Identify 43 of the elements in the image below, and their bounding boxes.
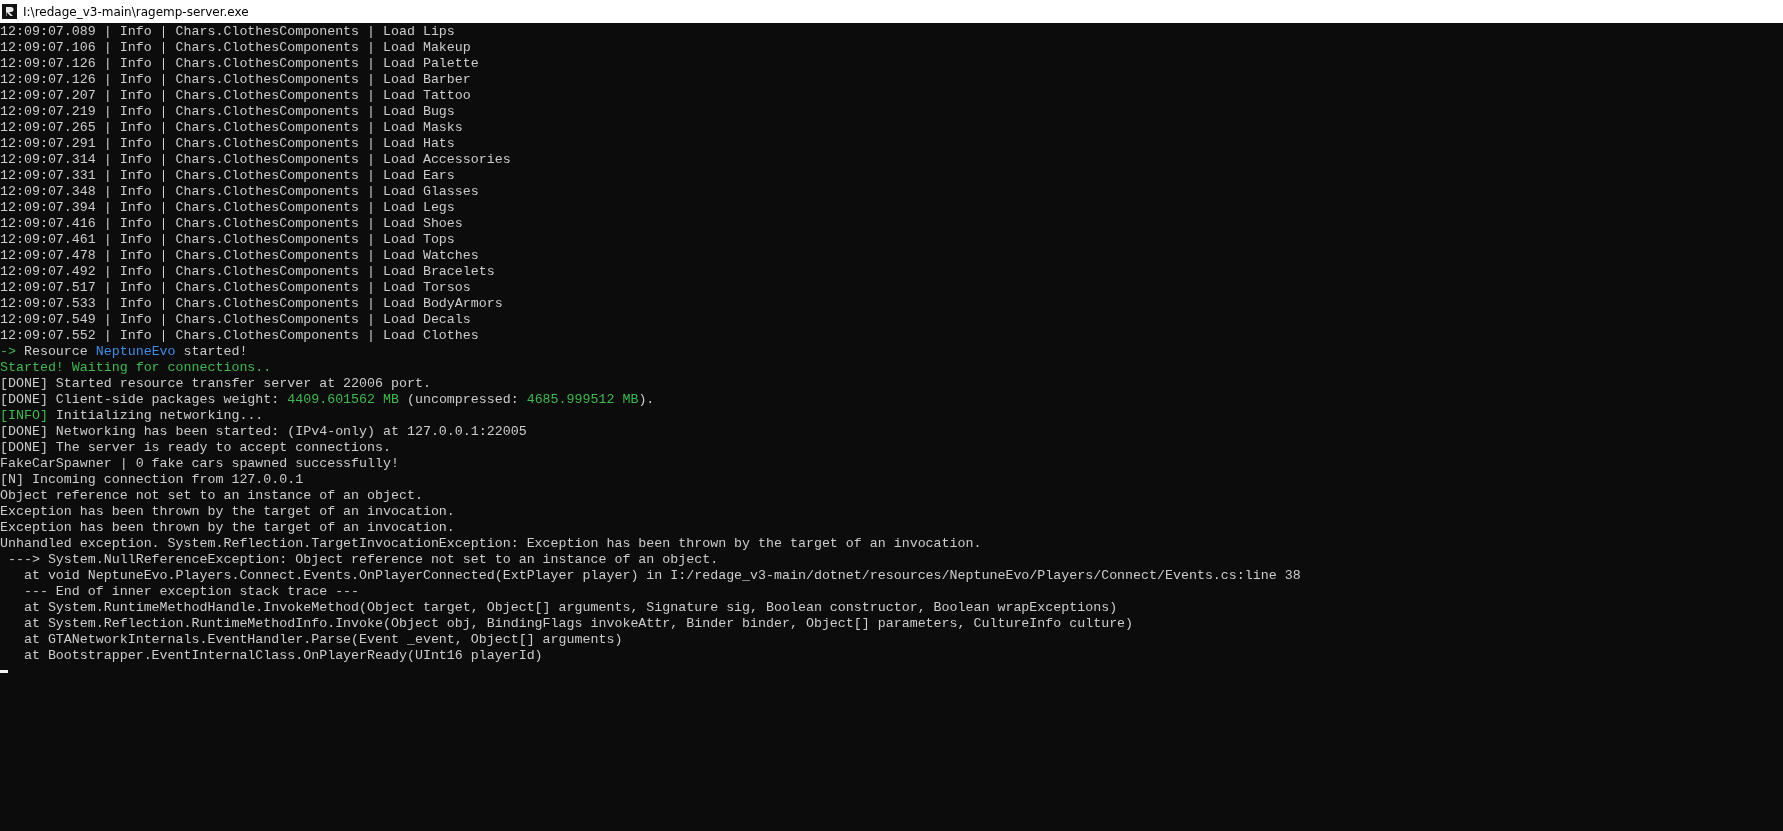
text-cursor xyxy=(0,670,8,673)
console-line: [INFO] Initializing networking... xyxy=(0,408,264,424)
console-line: Exception has been thrown by the target of an invocation. xyxy=(0,504,455,520)
console-line: FakeCarSpawner | 0 fake cars spawned successfully! xyxy=(0,456,399,472)
console-line: 12:09:07.416 | Info | Chars.ClothesComponents | Load Shoes xyxy=(0,216,463,232)
console-line: 12:09:07.291 | Info | Chars.ClothesComponents | Load Hats xyxy=(0,136,455,152)
console-line: 12:09:07.265 | Info | Chars.ClothesComponents | Load Masks xyxy=(0,120,463,136)
console-line: 12:09:07.552 | Info | Chars.ClothesComponents | Load Clothes xyxy=(0,328,479,344)
console-line: [DONE] Networking has been started: (IPv4-only) at 127.0.0.1:22005 xyxy=(0,424,527,440)
console-line: Object reference not set to an instance of an object. xyxy=(0,488,423,504)
console-line: 12:09:07.478 | Info | Chars.ClothesComponents | Load Watches xyxy=(0,248,479,264)
console-line: 12:09:07.348 | Info | Chars.ClothesComponents | Load Glasses xyxy=(0,184,479,200)
window-title: I:\redage_v3-main\ragemp-server.exe xyxy=(23,4,249,19)
console-line: at Bootstrapper.EventInternalClass.OnPlayerReady(UInt16 playerId) xyxy=(22,648,543,664)
console-line: at GTANetworkInternals.EventHandler.Parse(Event _event, Object[] arguments) xyxy=(22,632,623,648)
console-line: 12:09:07.549 | Info | Chars.ClothesComponents | Load Decals xyxy=(0,312,471,328)
console-line: Started! Waiting for connections.. xyxy=(0,360,272,376)
app-icon xyxy=(2,4,17,19)
console-line: 12:09:07.207 | Info | Chars.ClothesComponents | Load Tattoo xyxy=(0,88,471,104)
console-line: 12:09:07.314 | Info | Chars.ClothesComponents | Load Accessories xyxy=(0,152,511,168)
console-line: at System.Reflection.RuntimeMethodInfo.Invoke(Object obj, BindingFlags invokeAttr, Binder binder, Object[] parameters, CultureInfo culture) xyxy=(22,616,1134,632)
console-line: ---> System.NullReferenceException: Object reference not set to an instance of an object. xyxy=(6,552,719,568)
console-line: 12:09:07.394 | Info | Chars.ClothesComponents | Load Legs xyxy=(0,200,455,216)
console-line: Unhandled exception. System.Reflection.TargetInvocationException: Exception has been thrown by the target of an invocation. xyxy=(0,536,982,552)
console-line: at void NeptuneEvo.Players.Connect.Events.OnPlayerConnected(ExtPlayer player) in I:/redage_v3-main/dotnet/resources/NeptuneEvo/Players/Connect/Events.cs:line 38 xyxy=(22,568,1301,584)
console-line: at System.RuntimeMethodHandle.InvokeMethod(Object target, Object[] arguments, Signature sig, Boolean constructor, Boolean wrapExceptions) xyxy=(22,600,1118,616)
console-line: [DONE] Client-side packages weight: 4409.601562 MB (uncompressed: 4685.999512 MB). xyxy=(0,392,655,408)
console-line: 12:09:07.126 | Info | Chars.ClothesComponents | Load Palette xyxy=(0,56,479,72)
console-line: 12:09:07.089 | Info | Chars.ClothesComponents | Load Lips xyxy=(0,24,455,40)
console-line: [DONE] The server is ready to accept connections. xyxy=(0,440,391,456)
console-line: 12:09:07.461 | Info | Chars.ClothesComponents | Load Tops xyxy=(0,232,455,248)
console-line: 12:09:07.492 | Info | Chars.ClothesComponents | Load Bracelets xyxy=(0,264,495,280)
console-line: 12:09:07.533 | Info | Chars.ClothesComponents | Load BodyArmors xyxy=(0,296,503,312)
console-line: [DONE] Started resource transfer server at 22006 port. xyxy=(0,376,431,392)
console-line: [N] Incoming connection from 127.0.0.1 xyxy=(0,472,304,488)
console-line: 12:09:07.219 | Info | Chars.ClothesComponents | Load Bugs xyxy=(0,104,455,120)
console-line: 12:09:07.331 | Info | Chars.ClothesComponents | Load Ears xyxy=(0,168,455,184)
console-line: --- End of inner exception stack trace --- xyxy=(22,584,360,600)
console-line: -> Resource NeptuneEvo started! xyxy=(0,344,248,360)
console-line: 12:09:07.106 | Info | Chars.ClothesComponents | Load Makeup xyxy=(0,40,471,56)
console-line: 12:09:07.517 | Info | Chars.ClothesComponents | Load Torsos xyxy=(0,280,471,296)
console-line: Exception has been thrown by the target of an invocation. xyxy=(0,520,455,536)
console-line: 12:09:07.126 | Info | Chars.ClothesComponents | Load Barber xyxy=(0,72,471,88)
